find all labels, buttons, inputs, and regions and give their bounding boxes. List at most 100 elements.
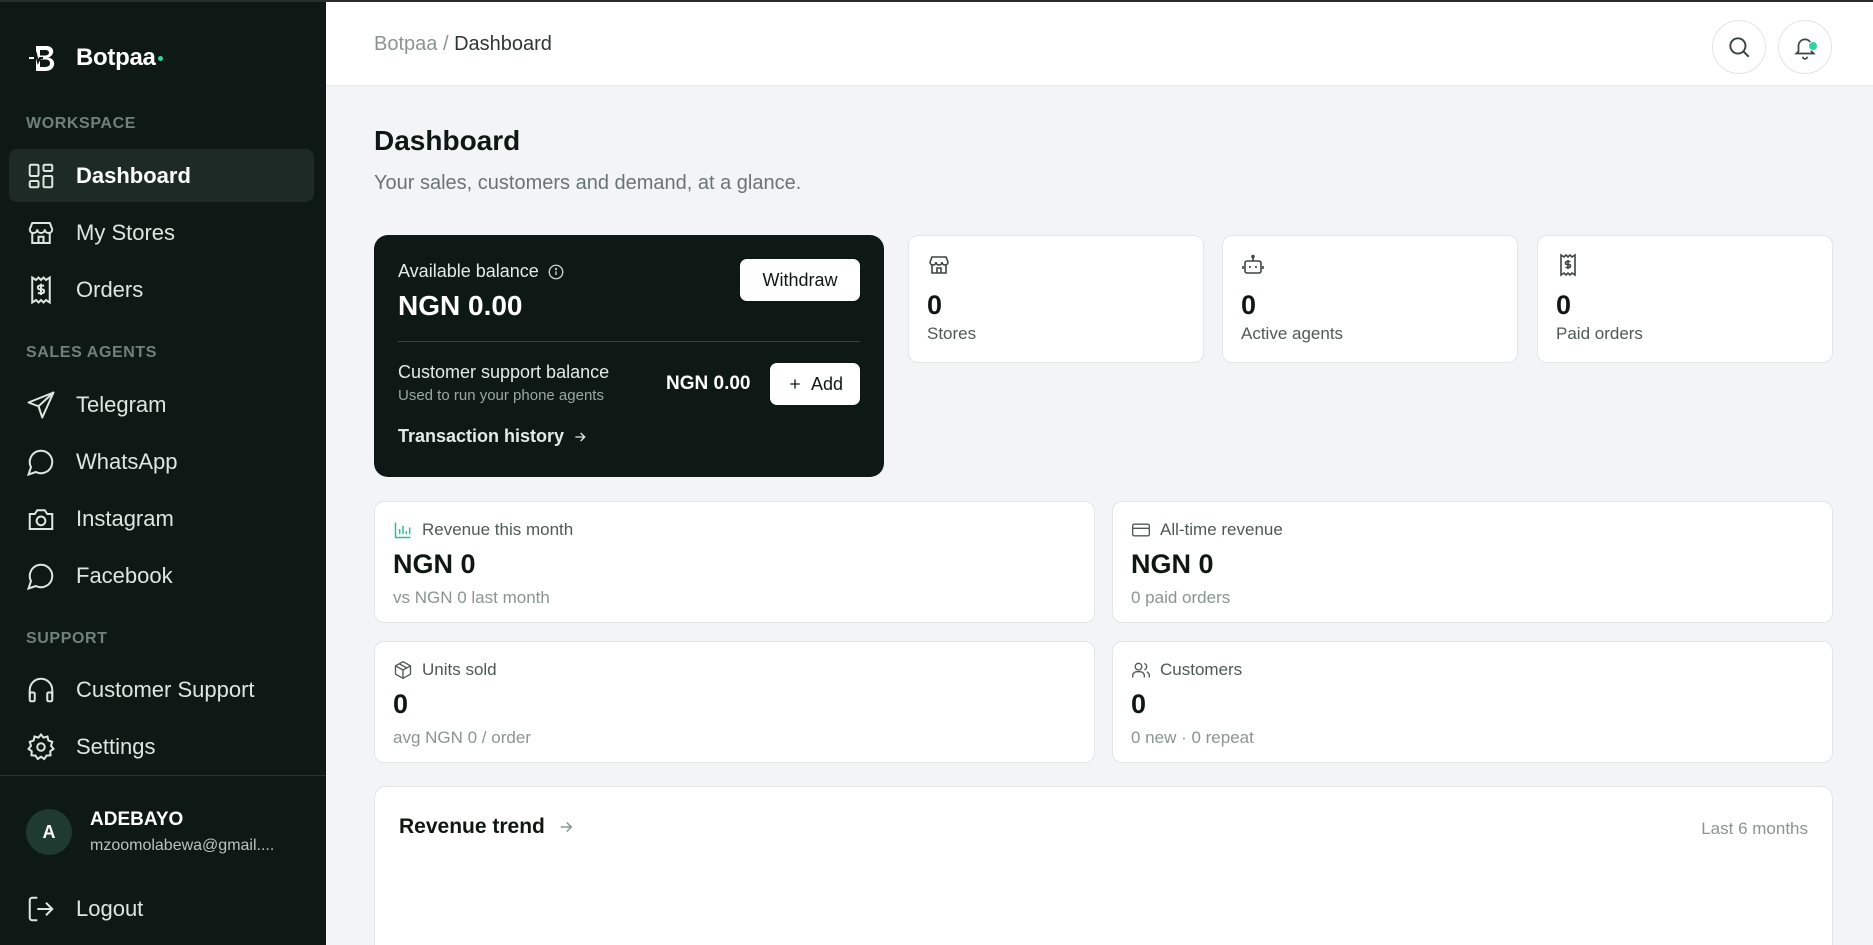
sidebar-item-label: Customer Support bbox=[76, 676, 255, 702]
gear-icon bbox=[27, 732, 55, 760]
sidebar: Botpaa WORKSPACE Dashboard My Stores Ord… bbox=[0, 0, 326, 945]
stat-card-stores[interactable]: 0 Stores bbox=[908, 235, 1204, 363]
logout-label: Logout bbox=[76, 895, 144, 921]
send-icon bbox=[27, 391, 55, 418]
sidebar-item-my-stores[interactable]: My Stores bbox=[9, 206, 314, 259]
page-title: Dashboard bbox=[374, 125, 521, 156]
arrow-right-icon bbox=[575, 432, 586, 441]
stat-card-paid-orders[interactable]: 0 Paid orders bbox=[1537, 235, 1833, 363]
metric-subtext: vs NGN 0 last month bbox=[393, 588, 550, 607]
search-icon bbox=[1729, 37, 1750, 58]
available-balance-amount: NGN 0.00 bbox=[398, 290, 523, 321]
metric-header: Customers bbox=[1131, 660, 1242, 680]
sidebar-item-customer-support[interactable]: Customer Support bbox=[9, 663, 314, 716]
withdraw-button[interactable]: Withdraw bbox=[740, 259, 860, 301]
page-subtitle: Your sales, customers and demand, at a g… bbox=[374, 172, 802, 194]
info-icon[interactable] bbox=[547, 263, 565, 281]
add-funds-label: Add bbox=[810, 373, 844, 394]
metric-subtext: 0 paid orders bbox=[1131, 588, 1231, 607]
stat-card-active-agents[interactable]: 0 Active agents bbox=[1222, 235, 1518, 363]
sidebar-item-label: Dashboard bbox=[76, 162, 191, 188]
available-balance-label: Available balance bbox=[398, 261, 565, 282]
notification-dot bbox=[1808, 41, 1818, 51]
stat-label: Paid orders bbox=[1556, 324, 1643, 343]
metric-subtext: 0 new · 0 repeat bbox=[1131, 728, 1254, 747]
headphones-icon bbox=[28, 677, 54, 702]
logout-icon bbox=[28, 896, 54, 921]
chat-bubble-icon bbox=[26, 449, 54, 476]
section-label-workspace: WORKSPACE bbox=[26, 115, 136, 132]
breadcrumb-current: Dashboard bbox=[454, 33, 552, 55]
plus-icon bbox=[790, 379, 800, 389]
add-funds-button[interactable]: Add bbox=[770, 363, 860, 405]
sidebar-item-facebook[interactable]: Facebook bbox=[9, 549, 314, 602]
logout-button[interactable]: Logout bbox=[9, 882, 314, 935]
section-label-support: SUPPORT bbox=[26, 630, 108, 647]
sidebar-item-settings[interactable]: Settings bbox=[9, 720, 314, 773]
sidebar-item-label: Orders bbox=[76, 276, 144, 302]
metric-value: NGN 0 bbox=[393, 549, 476, 579]
metric-title: Units sold bbox=[422, 660, 497, 679]
sidebar-item-label: WhatsApp bbox=[76, 448, 178, 474]
users-icon bbox=[1132, 662, 1150, 678]
store-icon bbox=[929, 256, 949, 274]
chat-bubble-icon bbox=[26, 563, 54, 590]
support-balance-label: Customer support balance bbox=[398, 362, 610, 382]
metric-card-revenue-this-month[interactable]: Revenue this month NGN 0 vs NGN 0 last m… bbox=[374, 501, 1095, 623]
trend-range-label: Last 6 months bbox=[1701, 819, 1808, 838]
bot-icon bbox=[1242, 254, 1264, 274]
sidebar-item-label: Telegram bbox=[76, 391, 167, 417]
breadcrumb-root[interactable]: Botpaa bbox=[374, 33, 437, 55]
bar-chart-icon bbox=[394, 522, 411, 539]
sidebar-item-whatsapp[interactable]: WhatsApp bbox=[9, 435, 314, 488]
metric-header: Revenue this month bbox=[393, 520, 573, 540]
metric-value: NGN 0 bbox=[1131, 549, 1214, 579]
balance-divider bbox=[398, 341, 860, 342]
stat-value: 0 bbox=[1556, 290, 1572, 320]
support-balance-amount: NGN 0.00 bbox=[666, 373, 751, 394]
metric-header: All-time revenue bbox=[1131, 520, 1283, 540]
brand-name: Botpaa bbox=[76, 44, 156, 71]
revenue-trend-link[interactable]: Revenue trend bbox=[399, 815, 575, 839]
search-button[interactable] bbox=[1712, 20, 1766, 74]
user-profile[interactable]: A ADEBAYO mzoomolabewa@gmail.... bbox=[26, 809, 274, 855]
sidebar-item-instagram[interactable]: Instagram bbox=[9, 492, 314, 545]
grid-icon bbox=[28, 163, 54, 188]
sidebar-item-label: Instagram bbox=[76, 505, 174, 531]
metric-value: 0 bbox=[1131, 689, 1147, 719]
camera-icon bbox=[28, 508, 54, 530]
brand[interactable]: Botpaa bbox=[26, 40, 163, 76]
metric-title: All-time revenue bbox=[1160, 520, 1283, 539]
metric-card-all-time-revenue[interactable]: All-time revenue NGN 0 0 paid orders bbox=[1112, 501, 1833, 623]
breadcrumb-separator: / bbox=[442, 33, 449, 55]
transaction-history-link[interactable]: Transaction history bbox=[398, 426, 588, 447]
avatar: A bbox=[26, 809, 72, 855]
metric-card-customers[interactable]: Customers 0 0 new · 0 repeat bbox=[1112, 641, 1833, 763]
sidebar-item-telegram[interactable]: Telegram bbox=[9, 378, 314, 431]
receipt-icon bbox=[1560, 253, 1576, 277]
support-balance-description: Used to run your phone agents bbox=[398, 387, 604, 404]
botpaa-logo-icon bbox=[29, 46, 55, 71]
metric-subtext: avg NGN 0 / order bbox=[393, 728, 531, 747]
metric-title: Revenue this month bbox=[422, 520, 574, 539]
section-label-sales-agents: SALES AGENTS bbox=[26, 344, 158, 361]
receipt-icon bbox=[31, 275, 51, 304]
metric-header: Units sold bbox=[393, 660, 497, 680]
revenue-trend-card: Revenue trend Last 6 months bbox=[374, 786, 1833, 945]
revenue-trend-title: Revenue trend bbox=[399, 815, 545, 838]
breadcrumb: Botpaa / Dashboard bbox=[374, 33, 552, 56]
notifications-button[interactable] bbox=[1778, 20, 1832, 74]
metric-value: 0 bbox=[393, 689, 409, 719]
metric-card-units-sold[interactable]: Units sold 0 avg NGN 0 / order bbox=[374, 641, 1095, 763]
topbar: Botpaa / Dashboard bbox=[326, 0, 1873, 86]
arrow-right-icon bbox=[560, 821, 573, 833]
stat-value: 0 bbox=[1241, 290, 1257, 320]
balance-card: Available balance NGN 0.00 Withdraw Cust… bbox=[374, 235, 884, 477]
sidebar-item-orders[interactable]: Orders bbox=[9, 263, 314, 316]
user-email: mzoomolabewa@gmail.... bbox=[90, 837, 275, 854]
credit-card-icon bbox=[1132, 523, 1150, 537]
stat-label: Active agents bbox=[1241, 324, 1344, 343]
transaction-history-label: Transaction history bbox=[398, 426, 565, 446]
user-name: ADEBAYO bbox=[90, 809, 184, 830]
sidebar-item-dashboard[interactable]: Dashboard bbox=[9, 149, 314, 202]
